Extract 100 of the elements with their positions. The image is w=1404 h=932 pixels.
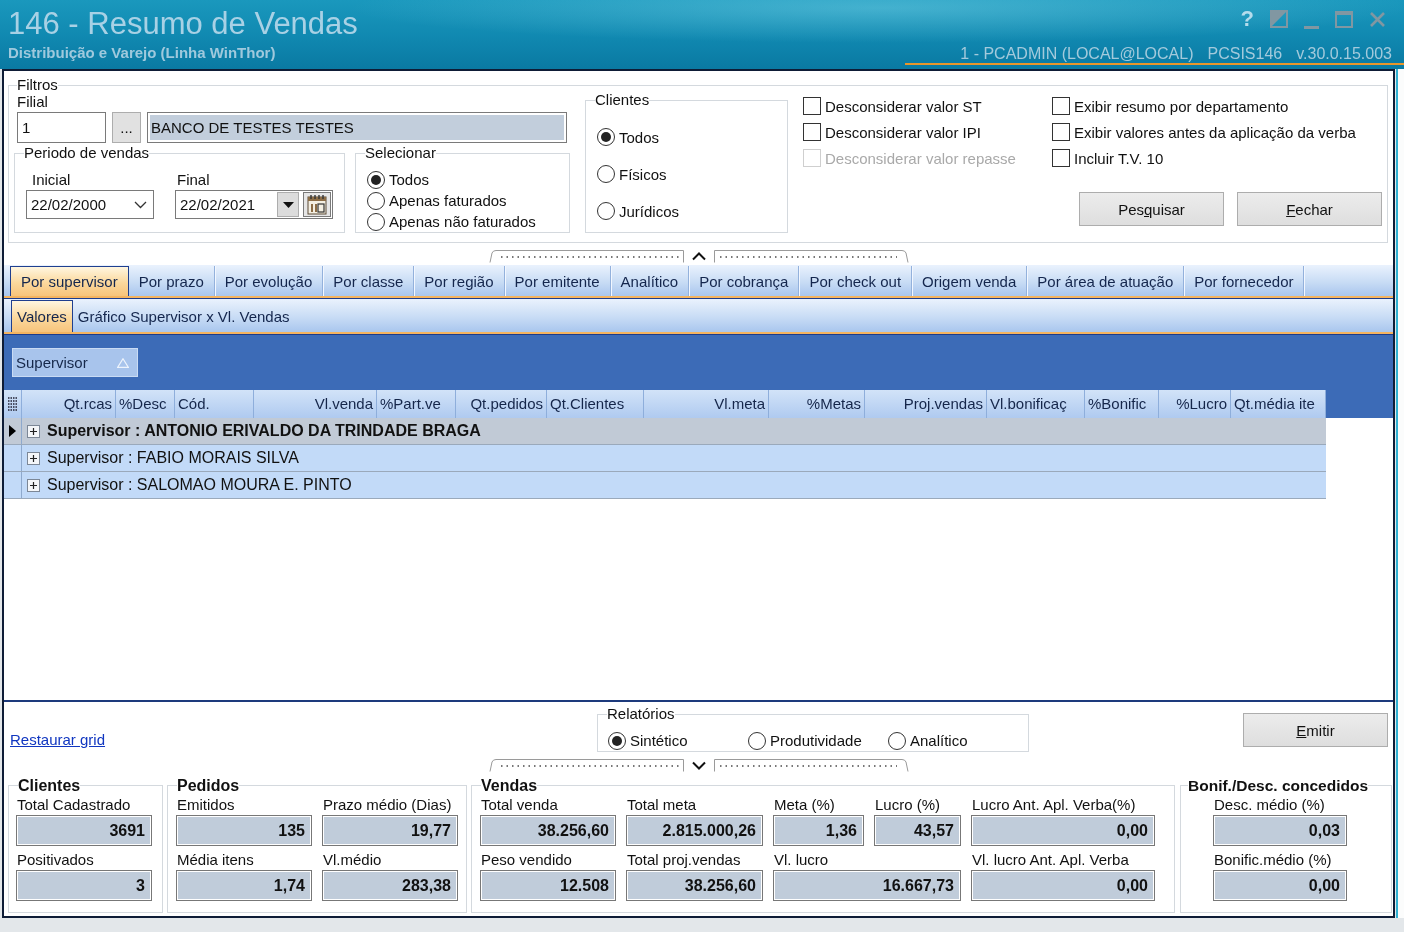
column-header[interactable]: %Lucro (1159, 390, 1231, 418)
summary-value-field: 3 (16, 870, 152, 901)
radio-button[interactable] (367, 191, 385, 210)
radio-label[interactable]: Todos (619, 128, 660, 146)
window-subtitle: Distribuição e Varejo (Linha WinThor) (8, 44, 277, 62)
checkbox-label[interactable]: Incluir T.V. 10 (1074, 149, 1164, 167)
summary-label: Desc. médio (%) (1213, 796, 1325, 813)
tab[interactable]: Por evolução (214, 266, 324, 296)
tab[interactable]: Por fornecedor (1184, 266, 1305, 296)
date-field[interactable]: 22/02/2021 (175, 190, 333, 219)
splitter-handle[interactable] (488, 759, 909, 772)
radio-button[interactable] (367, 170, 385, 189)
tab[interactable]: Por check out (799, 266, 913, 296)
radio-label[interactable]: Analítico (910, 732, 968, 749)
column-header[interactable]: %Desc (116, 390, 175, 418)
summary-value-field: 38.256,60 (480, 815, 616, 846)
radio-button[interactable] (597, 128, 615, 146)
checkbox-label[interactable]: Desconsiderar valor ST (825, 97, 982, 115)
radio-button[interactable] (367, 212, 385, 231)
calendar-icon (307, 194, 327, 215)
column-chooser-button[interactable] (4, 390, 22, 418)
tab[interactable]: Por prazo (128, 266, 215, 296)
summary-group-title: Pedidos (177, 777, 240, 794)
radio-button[interactable] (888, 731, 906, 750)
summary-label: Vl.médio (322, 851, 382, 868)
column-header[interactable]: %Metas (769, 390, 865, 418)
column-header[interactable]: Qt.Clientes (547, 390, 644, 418)
filial-name-field[interactable]: BANCO DE TESTES TESTES (147, 112, 567, 143)
tab[interactable]: Por área de atuação (1027, 266, 1185, 296)
column-header[interactable]: Qt.média ite (1231, 390, 1326, 418)
summary-value-field: 3691 (16, 815, 152, 846)
summary-value-field: 19,77 (322, 815, 458, 846)
tab[interactable]: Por classe (323, 266, 415, 296)
radio-label[interactable]: Apenas não faturados (389, 213, 536, 230)
column-header[interactable]: Cód. (175, 390, 254, 418)
restore-grid-link[interactable]: Restaurar grid (10, 731, 106, 748)
column-header[interactable]: Proj.vendas (865, 390, 987, 418)
emit-button[interactable]: Emitir (1243, 713, 1388, 747)
row-pointer-icon (9, 425, 16, 437)
caret-up-icon[interactable] (691, 252, 706, 261)
expand-icon[interactable] (27, 424, 40, 438)
checkbox-label[interactable]: Exibir valores antes da aplicação da verba (1074, 123, 1356, 141)
calendar-button[interactable] (303, 192, 331, 217)
radio-button[interactable] (597, 202, 615, 220)
group-title: Relatórios (607, 706, 675, 722)
checkbox-label[interactable]: Exibir resumo por departamento (1074, 97, 1289, 115)
splitter-handle[interactable] (488, 250, 909, 263)
summary-value-field: 0,03 (1213, 815, 1347, 846)
radio-label[interactable]: Físicos (619, 165, 667, 183)
column-header[interactable]: Vl.venda (254, 390, 377, 418)
column-header[interactable]: Qt.rcas (22, 390, 116, 418)
field-label: Final (176, 171, 210, 188)
radio-button[interactable] (748, 731, 766, 750)
summary-value-field: 135 (176, 815, 312, 846)
expand-icon[interactable] (27, 451, 40, 465)
tab[interactable]: Gráfico Supervisor x Vl. Vendas (72, 300, 295, 332)
column-header[interactable]: %Bonific (1085, 390, 1159, 418)
date-field[interactable]: 22/02/2000 (26, 190, 154, 219)
checkbox[interactable] (803, 97, 821, 115)
tab[interactable]: Por emitente (504, 266, 611, 296)
checkbox[interactable] (1052, 149, 1070, 167)
tab[interactable]: Valores (11, 300, 73, 332)
summary-label: Total proj.vendas (626, 851, 741, 868)
expand-icon[interactable] (27, 478, 40, 492)
summary-value-field: 16.667,73 (773, 870, 961, 901)
checkbox-label[interactable]: Desconsiderar valor IPI (825, 123, 981, 141)
grid-group-row[interactable]: Supervisor : SALOMAO MOURA E. PINTO (4, 472, 1326, 499)
radio-label[interactable]: Apenas faturados (389, 192, 507, 209)
checkbox[interactable] (1052, 97, 1070, 115)
tab[interactable]: Por região (414, 266, 505, 296)
list-icon (7, 397, 18, 411)
summary-value-field: 1,74 (176, 870, 312, 901)
tab[interactable]: Por cobrança (689, 266, 800, 296)
tab[interactable]: Analítico (610, 266, 690, 296)
tab[interactable]: Origem venda (912, 266, 1028, 296)
dropdown-button[interactable] (277, 192, 299, 217)
search-button[interactable]: Pesquisar (1079, 192, 1224, 226)
column-header[interactable]: Vl.bonificaç (987, 390, 1085, 418)
radio-label[interactable]: Jurídicos (619, 202, 680, 220)
caret-down-icon[interactable] (691, 761, 706, 770)
radio-label[interactable]: Produtividade (770, 732, 862, 749)
tab[interactable]: Por supervisor (10, 266, 129, 296)
radio-button[interactable] (597, 165, 615, 183)
radio-label[interactable]: Sintético (630, 732, 688, 749)
column-header[interactable]: Qt.pedidos (456, 390, 547, 418)
radio-label[interactable]: Todos (389, 171, 430, 188)
browse-button[interactable]: ... (112, 112, 141, 143)
summary-value-field: 0,00 (971, 870, 1155, 901)
checkbox[interactable] (1052, 123, 1070, 141)
close-button[interactable]: Fechar (1237, 192, 1382, 226)
filial-code-field[interactable]: 1 (17, 112, 106, 143)
group-by-chip[interactable]: Supervisor (12, 348, 138, 377)
summary-group-title: Vendas (481, 777, 538, 794)
grid-group-row[interactable]: Supervisor : FABIO MORAIS SILVA (4, 445, 1326, 472)
checkbox[interactable] (803, 123, 821, 141)
summary-label: Peso vendido (480, 851, 572, 868)
radio-button[interactable] (608, 731, 626, 750)
column-header[interactable]: Vl.meta (644, 390, 769, 418)
grid-group-row[interactable]: Supervisor : ANTONIO ERIVALDO DA TRINDADE BRAGA (4, 418, 1326, 445)
column-header[interactable]: %Part.ve (377, 390, 456, 418)
